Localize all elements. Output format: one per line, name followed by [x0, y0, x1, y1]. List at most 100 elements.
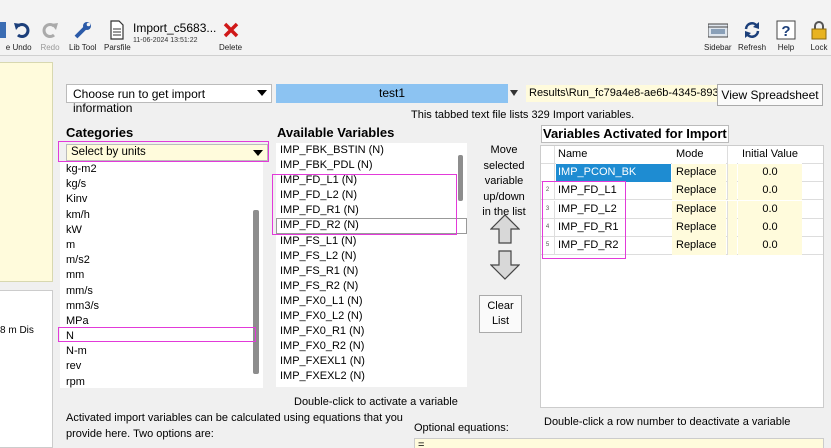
cell-mode[interactable]: Replace: [672, 201, 726, 219]
undo-icon: [14, 23, 30, 38]
move-instructions: Move selected variable up/down in the li…: [482, 144, 526, 218]
list-item[interactable]: IMP_FS_L2 (N): [276, 249, 467, 264]
list-item[interactable]: mm/s: [60, 284, 263, 299]
list-item[interactable]: IMP_FBK_BSTIN (N): [276, 143, 467, 158]
list-item[interactable]: kW: [60, 223, 263, 238]
optional-equations-label: Optional equations:: [414, 422, 509, 434]
row-number[interactable]: 3: [541, 201, 555, 219]
list-item[interactable]: kg-m2: [60, 162, 263, 177]
left-panel-bottom: [0, 290, 53, 448]
svg-text:?: ?: [781, 23, 790, 40]
list-item[interactable]: m: [60, 238, 263, 253]
cell-initial-value[interactable]: 0.0: [738, 164, 802, 182]
cell-name[interactable]: IMP_FD_R1: [556, 219, 671, 237]
lib-tool-button[interactable]: Lib Tool: [69, 20, 96, 52]
category-select-value: Select by units: [71, 146, 146, 158]
clear-list-button[interactable]: Clear List: [479, 295, 522, 333]
redo-icon: [42, 23, 58, 38]
activated-variables-heading: Variables Activated for Import: [541, 125, 729, 143]
cell-mode[interactable]: Replace: [672, 164, 726, 182]
list-item[interactable]: IMP_FX0_R2 (N): [276, 339, 467, 354]
list-item[interactable]: IMP_FXEXL2 (N): [276, 369, 467, 384]
cell-mode[interactable]: Replace: [672, 219, 726, 237]
optional-equations-field[interactable]: =: [414, 438, 824, 448]
cell-initial-value[interactable]: 0.0: [738, 182, 802, 200]
list-item[interactable]: IMP_FX0_L2 (N): [276, 309, 467, 324]
help-button[interactable]: ? Help: [776, 20, 796, 52]
view-spreadsheet-button[interactable]: View Spreadsheet: [717, 84, 823, 106]
list-item[interactable]: IMP_FD_L2 (N): [276, 188, 467, 203]
import-info-text: This tabbed text file lists 329 Import v…: [411, 109, 635, 121]
cell-initial-value[interactable]: 0.0: [738, 201, 802, 219]
category-select-dropdown[interactable]: Select by units: [66, 144, 268, 161]
list-item[interactable]: IMP_FS_R1 (N): [276, 264, 467, 279]
available-variables-heading: Available Variables: [277, 125, 395, 140]
document-icon: [110, 20, 124, 40]
move-down-arrow-icon[interactable]: [490, 250, 520, 280]
cell-initial-value[interactable]: 0.0: [738, 237, 802, 255]
parsfile-button[interactable]: Parsfile: [104, 20, 131, 52]
cell-name[interactable]: IMP_FD_R2: [556, 237, 671, 255]
available-caption: Double-click to activate a variable: [294, 396, 458, 408]
list-item[interactable]: N-m: [60, 344, 263, 359]
list-item[interactable]: rev: [60, 359, 263, 374]
run-dropdown-arrow-icon[interactable]: [510, 90, 518, 96]
sidebar-icon: [707, 23, 728, 38]
delete-button[interactable]: Delete: [219, 20, 242, 52]
list-item[interactable]: kg/s: [60, 177, 263, 192]
wrench-icon: [74, 22, 91, 39]
redo-button[interactable]: Redo: [40, 20, 60, 52]
list-item[interactable]: IMP_FS_L1 (N): [276, 234, 467, 249]
categories-scrollbar[interactable]: [253, 210, 259, 374]
list-item[interactable]: rpm: [60, 375, 263, 388]
list-item[interactable]: IMP_FX0_L1 (N): [276, 294, 467, 309]
list-item-focused[interactable]: IMP_FD_R2 (N): [276, 218, 467, 234]
list-item[interactable]: IMP_FD_R1 (N): [276, 203, 467, 218]
refresh-button[interactable]: Refresh: [738, 20, 766, 52]
list-item-selected[interactable]: N: [60, 329, 263, 344]
equations-description: Activated import variables can be calcul…: [66, 412, 403, 440]
cell-name[interactable]: IMP_PCON_BK: [556, 164, 671, 182]
list-item[interactable]: IMP_FD_L1 (N): [276, 173, 467, 188]
table-row[interactable]: 3 IMP_FD_L2 Replace 0.0: [541, 201, 823, 219]
sidebar-button[interactable]: Sidebar: [704, 20, 732, 52]
row-number[interactable]: 4: [541, 219, 555, 237]
list-item[interactable]: IMP_FS_R2 (N): [276, 279, 467, 294]
toolbar: e Undo Redo Lib Tool Parsfile Import_c56…: [0, 0, 831, 56]
move-up-arrow-icon[interactable]: [490, 214, 520, 244]
available-variables-scrollbar[interactable]: [458, 155, 463, 201]
list-item[interactable]: mm3/s: [60, 299, 263, 314]
row-number[interactable]: [541, 164, 555, 182]
list-item[interactable]: MPa: [60, 314, 263, 329]
categories-list[interactable]: kg-m2 kg/s Kinv km/h kW m m/s2 mm mm/s m…: [60, 162, 263, 388]
cell-name[interactable]: IMP_FD_L2: [556, 201, 671, 219]
run-value-field[interactable]: test1: [276, 84, 508, 103]
list-item[interactable]: km/h: [60, 208, 263, 223]
list-item[interactable]: Kinv: [60, 192, 263, 207]
cell-mode[interactable]: Replace: [672, 182, 726, 200]
left-panel-text: 8 m Dis: [0, 325, 34, 336]
run-select-dropdown[interactable]: Choose run to get import information: [66, 84, 272, 115]
list-item[interactable]: IMP_FBK_PDL (N): [276, 158, 467, 173]
list-item[interactable]: IMP_FXEXL1 (N): [276, 354, 467, 369]
list-item[interactable]: m/s2: [60, 253, 263, 268]
table-header: Name Mode Initial Value: [541, 146, 823, 164]
cell-name[interactable]: IMP_FD_L1: [556, 182, 671, 200]
help-icon: ?: [776, 20, 796, 40]
cell-mode[interactable]: Replace: [672, 237, 726, 255]
activated-caption: Double-click a row number to deactivate …: [544, 416, 791, 428]
table-row[interactable]: 2 IMP_FD_L1 Replace 0.0: [541, 182, 823, 200]
list-item[interactable]: IMP_FX0_R1 (N): [276, 324, 467, 339]
list-item[interactable]: mm: [60, 268, 263, 283]
table-row[interactable]: IMP_PCON_BK Replace 0.0: [541, 164, 823, 182]
results-path[interactable]: Results\Run_fc79a4e8-ae6b-4345-893: [526, 85, 722, 102]
row-number[interactable]: 5: [541, 237, 555, 255]
undo-button[interactable]: Undo: [12, 20, 32, 52]
table-row[interactable]: 5 IMP_FD_R2 Replace 0.0: [541, 237, 823, 255]
row-number[interactable]: 2: [541, 182, 555, 200]
table-row[interactable]: 4 IMP_FD_R1 Replace 0.0: [541, 219, 823, 237]
lock-button[interactable]: Lock: [809, 20, 829, 52]
activated-variables-table: Name Mode Initial Value IMP_PCON_BK Repl…: [540, 145, 824, 408]
cell-initial-value[interactable]: 0.0: [738, 219, 802, 237]
available-variables-list[interactable]: IMP_FBK_BSTIN (N) IMP_FBK_PDL (N) IMP_FD…: [276, 143, 467, 387]
